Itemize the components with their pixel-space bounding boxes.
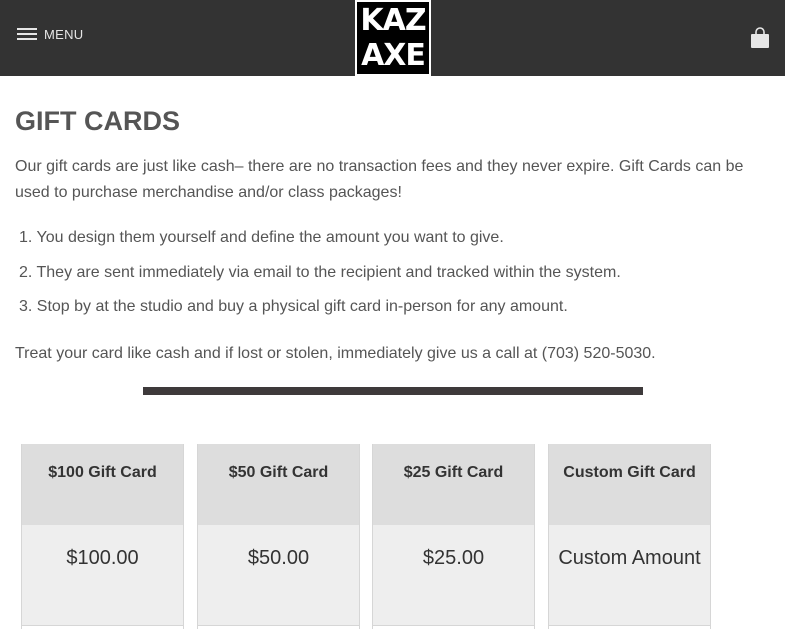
logo-text-bottom: AXE	[361, 38, 426, 73]
gift-card-25[interactable]: $25 Gift Card $25.00	[372, 444, 535, 629]
gift-card-price: $50.00	[247, 547, 310, 569]
logo-text-top: KAZ	[360, 3, 426, 38]
menu-label: MENU	[44, 26, 84, 42]
step-item: 2. They are sent immediately via email t…	[19, 263, 621, 281]
gift-card-50[interactable]: $50 Gift Card $50.00	[197, 444, 360, 629]
steps-list: 1. You design them yourself and define t…	[19, 226, 759, 330]
divider	[143, 387, 643, 395]
gift-card-title: $50 Gift Card	[198, 444, 359, 525]
card-footer	[373, 625, 534, 629]
intro-paragraph: Our gift cards are just like cash– there…	[15, 158, 744, 201]
gift-card-price: $25.00	[422, 547, 485, 569]
step-item: 3. Stop by at the studio and buy a physi…	[19, 298, 568, 315]
card-footer	[198, 625, 359, 629]
card-footer	[22, 625, 183, 629]
gift-card-price: Custom Amount	[558, 547, 701, 569]
lost-card-notice: Treat your card like cash and if lost or…	[15, 345, 656, 362]
kazaxe-logo[interactable]: KAZ AXE	[355, 0, 431, 76]
gift-card-100[interactable]: $100 Gift Card $100.00	[21, 444, 184, 629]
shopping-bag-icon[interactable]	[750, 27, 770, 49]
gift-card-title: $100 Gift Card	[22, 444, 183, 525]
step-item: 1. You design them yourself and define t…	[19, 229, 504, 246]
gift-card-custom[interactable]: Custom Gift Card Custom Amount	[548, 444, 711, 629]
gift-card-price: $100.00	[66, 547, 139, 569]
page-title: GIFT CARDS	[15, 106, 180, 136]
hamburger-icon	[17, 26, 37, 42]
menu-button[interactable]: MENU	[17, 26, 83, 42]
site-header: MENU KAZ AXE	[0, 0, 785, 76]
gift-card-title: $25 Gift Card	[373, 444, 534, 525]
gift-card-title: Custom Gift Card	[549, 444, 710, 525]
card-footer	[549, 625, 710, 629]
